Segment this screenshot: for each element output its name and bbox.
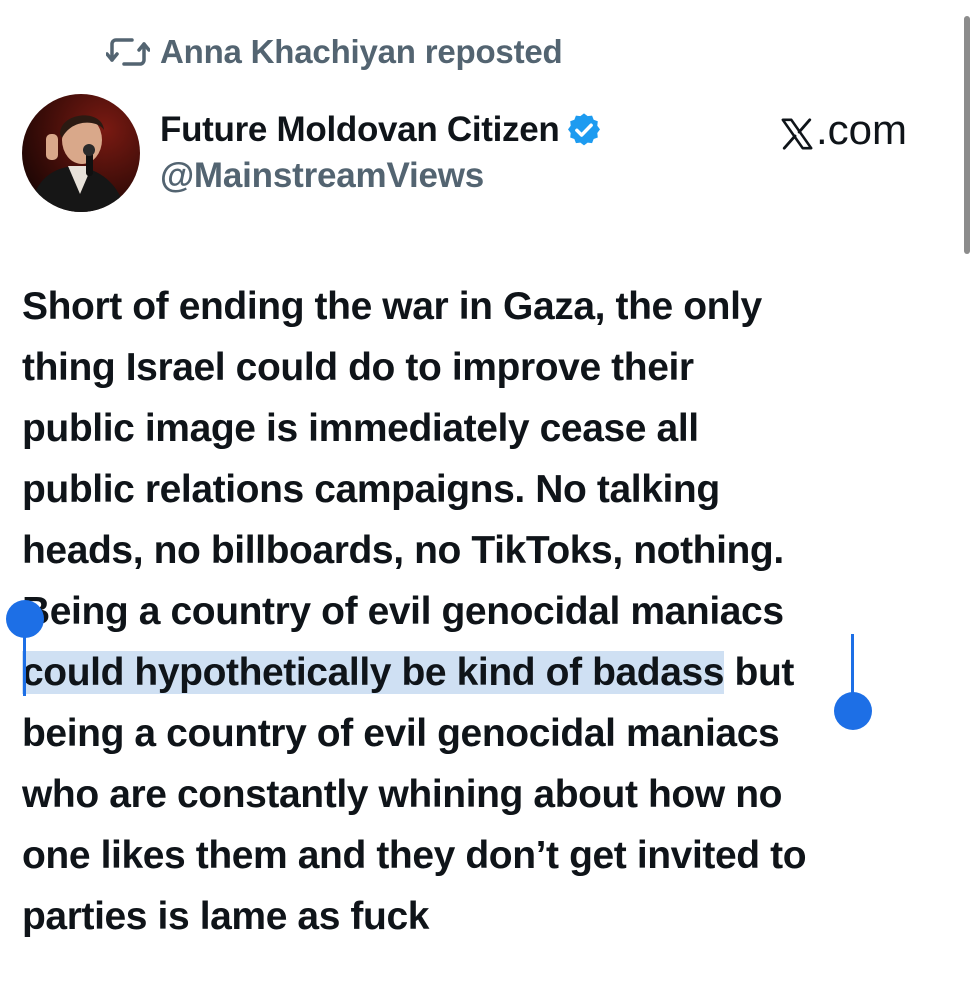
tweet-line: being a country of evil genocidal maniac… [22,712,780,755]
selected-text[interactable]: could hypothetically be kind of badass [22,651,724,694]
scrollbar-thumb[interactable] [964,16,970,254]
author-block[interactable]: Future Moldovan Citizen @MainstreamViews [160,104,603,196]
site-label: .com [780,104,907,156]
tweet-line: thing Israel could do to improve their [22,346,694,389]
selection-start-handle[interactable] [6,600,44,638]
repost-icon [105,32,151,72]
tweet-text[interactable]: Short of ending the war in Gaza, the onl… [22,276,962,947]
display-name[interactable]: Future Moldovan Citizen [160,110,560,150]
verified-badge-icon [565,111,603,149]
tweet-line: who are constantly whining about how no [22,773,783,816]
repost-header[interactable]: Anna Khachiyan reposted [105,30,563,74]
tweet-line: parties is lame as fuck [22,895,430,938]
tweet-line-selection: could hypothetically be kind of badass b… [22,642,962,703]
name-row: Future Moldovan Citizen [160,104,603,156]
avatar[interactable] [22,94,140,212]
selection-end-handle[interactable] [834,692,872,730]
repost-label: Anna Khachiyan reposted [160,33,563,70]
unselected-text: but [724,651,795,694]
user-handle[interactable]: @MainstreamViews [160,156,603,196]
tweet-line: heads, no billboards, no TikToks, nothin… [22,529,784,572]
tweet-line: Being a country of evil genocidal maniac… [22,590,784,633]
tweet-line: public image is immediately cease all [22,407,699,450]
x-logo-icon [780,113,814,150]
tweet-line: one likes them and they don’t get invite… [22,834,807,877]
site-domain: .com [816,106,908,153]
tweet-line: Short of ending the war in Gaza, the onl… [22,285,762,328]
tweet-line: public relations campaigns. No talking [22,468,720,511]
